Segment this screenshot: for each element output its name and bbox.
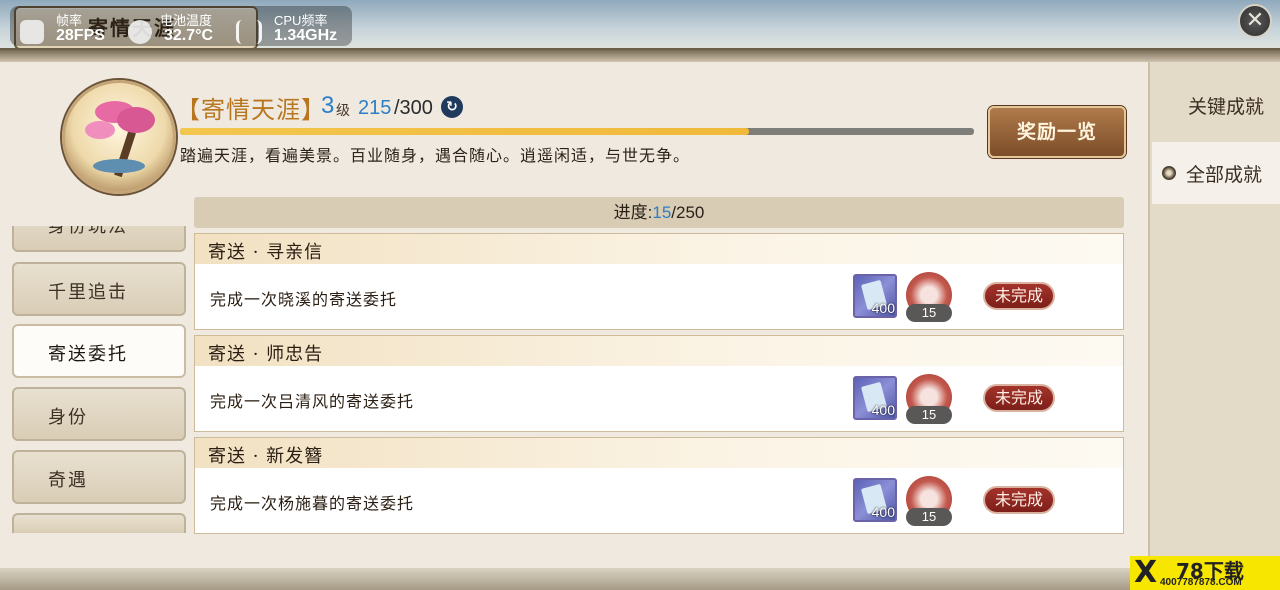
- fps-value: 28FPS: [56, 27, 105, 44]
- reward-token-qty: 15: [906, 406, 952, 424]
- progress-total: /250: [671, 203, 705, 222]
- close-icon: ✕: [1245, 8, 1265, 33]
- achievement-description: 踏遍天涯，看遍美景。百业随身，遇合随心。逍遥闲适，与世无争。: [180, 146, 691, 165]
- task-card: 寄送 · 新发簪 完成一次杨施暮的寄送委托 400 15 未完成: [194, 437, 1124, 534]
- reward-scroll-icon[interactable]: 400: [853, 274, 897, 318]
- task-card-header: [195, 336, 1123, 366]
- progress-current: 15: [652, 203, 672, 222]
- menu-item-identity[interactable]: 身份: [12, 387, 186, 441]
- status-badge: 未完成: [983, 384, 1055, 412]
- task-title: 寄送 · 寻亲信: [208, 242, 324, 263]
- reward-token-qty: 15: [906, 304, 952, 322]
- reward-scroll-icon[interactable]: 400: [853, 478, 897, 522]
- task-card: 寄送 · 师忠告 完成一次吕清风的寄送委托 400 15 未完成: [194, 335, 1124, 432]
- selected-marker-icon: [1162, 166, 1176, 180]
- reward-item-qty: 400: [871, 504, 895, 520]
- reward-item-qty: 400: [871, 402, 895, 418]
- watermark-logo: X 78下载 4007787878.COM: [1130, 556, 1280, 590]
- bottom-border: [0, 568, 1280, 590]
- achievement-avatar: [62, 80, 176, 194]
- status-badge: 未完成: [983, 282, 1055, 310]
- menu-label: 千里追击: [48, 282, 128, 303]
- temperature-icon: [128, 20, 152, 44]
- fps-icon: [20, 20, 44, 44]
- close-button[interactable]: ✕: [1238, 4, 1272, 38]
- xp-progress-bar: [180, 128, 974, 135]
- reward-scroll-icon[interactable]: 400: [853, 376, 897, 420]
- blossom: [117, 107, 155, 133]
- status-badge: 未完成: [983, 486, 1055, 514]
- task-card-header: [195, 438, 1123, 468]
- performance-overlay: 帧率 28FPS 电池温度 32.7°C CPU频率 1.34GHz: [10, 6, 352, 46]
- level-suffix: 级: [336, 103, 350, 119]
- task-title: 寄送 · 师忠告: [208, 344, 324, 365]
- right-tab-panel: 关键成就 全部成就: [1148, 62, 1280, 568]
- blossom: [85, 121, 115, 139]
- menu-item-pursuit[interactable]: 千里追击: [12, 262, 186, 316]
- xp-current: 215: [358, 97, 392, 119]
- menu-item-partial[interactable]: [12, 513, 186, 533]
- achievement-title: 【寄情天涯】: [176, 96, 326, 124]
- task-card: 寄送 · 寻亲信 完成一次晓溪的寄送委托 400 15 未完成: [194, 233, 1124, 330]
- menu-label: 身份: [48, 407, 88, 428]
- reward-token-qty: 15: [906, 508, 952, 526]
- reward-list-button[interactable]: 奖励一览: [988, 106, 1126, 158]
- menu-item-encounter[interactable]: 奇遇: [12, 450, 186, 504]
- menu-label: 奇遇: [48, 470, 88, 491]
- menu-label: 寄送委托: [48, 344, 128, 365]
- cpu-value: 1.34GHz: [274, 27, 338, 44]
- watermark-x-icon: X: [1134, 555, 1158, 590]
- temperature-value: 32.7°C: [164, 27, 214, 44]
- tab-key-achievements[interactable]: 关键成就: [1152, 74, 1280, 136]
- task-card-header: [195, 234, 1123, 264]
- task-description: 完成一次杨施暮的寄送委托: [210, 494, 415, 513]
- cpu-icon: [236, 20, 262, 44]
- water: [93, 159, 145, 173]
- xp-progress-fill: [180, 128, 750, 135]
- refresh-icon[interactable]: ↻: [441, 96, 463, 118]
- task-description: 完成一次吕清风的寄送委托: [210, 392, 415, 411]
- task-title: 寄送 · 新发簪: [208, 446, 324, 467]
- xp-total: /300: [394, 97, 433, 119]
- tab-label: 全部成就: [1186, 164, 1263, 186]
- watermark-url: 4007787878.COM: [1160, 577, 1242, 588]
- level-number: 3: [321, 92, 335, 119]
- task-description: 完成一次晓溪的寄送委托: [210, 290, 398, 309]
- progress-label: 进度:: [613, 203, 653, 222]
- menu-item-delivery[interactable]: 寄送委托: [12, 324, 186, 378]
- tab-label: 关键成就: [1188, 96, 1265, 118]
- menu-clip: [10, 196, 190, 226]
- tab-all-achievements[interactable]: 全部成就: [1152, 142, 1280, 204]
- reward-item-qty: 400: [871, 300, 895, 316]
- progress-header: 进度:15/250: [194, 197, 1124, 228]
